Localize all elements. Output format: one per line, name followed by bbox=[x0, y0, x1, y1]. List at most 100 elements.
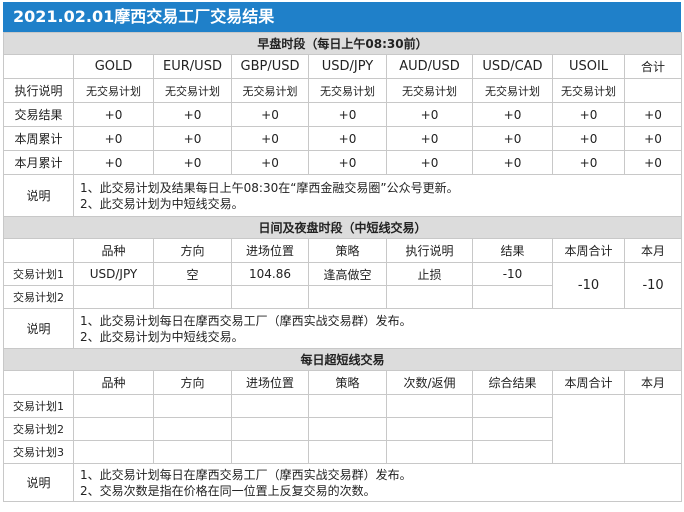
table-cell: +0 bbox=[73, 126, 154, 151]
row-label: 交易计划3 bbox=[3, 440, 74, 464]
table-cell: 逢高做空 bbox=[308, 262, 387, 286]
table-cell bbox=[386, 417, 473, 441]
note-label: 说明 bbox=[3, 308, 74, 349]
table-cell bbox=[623, 78, 683, 103]
row-label: 执行说明 bbox=[3, 78, 74, 103]
note-row: 说明 1、此交易计划每日在摩西交易工厂（摩西实战交易群）发布。 2、交易次数是指… bbox=[3, 463, 683, 502]
table-cell: +0 bbox=[153, 126, 232, 151]
column-header: 品种 bbox=[73, 238, 154, 263]
table-cell: +0 bbox=[308, 126, 387, 151]
table-row: 执行说明 无交易计划 无交易计划 无交易计划 无交易计划 无交易计划 无交易计划… bbox=[3, 78, 683, 103]
morning-section-title: 早盘时段（每日上午08:30前） bbox=[2, 32, 683, 55]
column-header: GOLD bbox=[73, 54, 154, 79]
table-cell: 无交易计划 bbox=[308, 78, 387, 103]
note-line: 2、此交易计划为中短线交易。 bbox=[80, 329, 244, 344]
morning-header-row: GOLD EUR/USD GBP/USD USD/JPY AUD/USD USD… bbox=[3, 54, 683, 79]
column-header: 执行说明 bbox=[386, 238, 473, 263]
column-header: GBP/USD bbox=[231, 54, 309, 79]
note-line: 1、此交易计划每日在摩西交易工厂（摩西实战交易群）发布。 bbox=[80, 313, 412, 328]
row-label: 交易计划2 bbox=[3, 285, 74, 309]
table-cell: +0 bbox=[73, 102, 154, 127]
table-cell: 104.86 bbox=[231, 262, 309, 286]
table-row: 交易计划1 bbox=[3, 394, 683, 464]
table-cell bbox=[231, 440, 309, 464]
column-header: 策略 bbox=[308, 370, 387, 395]
table-cell: +0 bbox=[231, 126, 309, 151]
note-text: 1、此交易计划及结果每日上午08:30在“摩西金融交易圈”公众号更新。 2、此交… bbox=[72, 174, 683, 217]
row-label: 交易计划1 bbox=[3, 262, 74, 286]
column-header: EUR/USD bbox=[153, 54, 232, 79]
table-row: 交易结果 +0 +0 +0 +0 +0 +0 +0 +0 bbox=[3, 102, 683, 127]
note-label: 说明 bbox=[3, 463, 74, 502]
table-cell bbox=[231, 394, 309, 418]
table-cell: +0 bbox=[73, 150, 154, 175]
page-title: 2021.02.01摩西交易工厂交易结果 bbox=[3, 2, 681, 32]
note-text: 1、此交易计划每日在摩西交易工厂（摩西实战交易群）发布。 2、此交易计划为中短线… bbox=[72, 308, 683, 349]
column-header: 本周合计 bbox=[552, 238, 625, 263]
table-cell bbox=[153, 285, 232, 309]
table-cell: +0 bbox=[472, 150, 553, 175]
table-cell: +0 bbox=[231, 150, 309, 175]
table-cell: USD/JPY bbox=[73, 262, 154, 286]
column-header: 本月 bbox=[623, 370, 683, 395]
table-cell bbox=[472, 440, 553, 464]
row-label: 交易计划2 bbox=[3, 417, 74, 441]
table-cell bbox=[308, 285, 387, 309]
note-line: 1、此交易计划每日在摩西交易工厂（摩西实战交易群）发布。 bbox=[80, 467, 412, 482]
week-total-cell bbox=[552, 394, 625, 464]
column-header: USD/CAD bbox=[472, 54, 553, 79]
table-cell bbox=[73, 440, 154, 464]
table-cell: 无交易计划 bbox=[153, 78, 232, 103]
column-header: 方向 bbox=[153, 370, 232, 395]
table-cell bbox=[231, 285, 309, 309]
table-cell: +0 bbox=[472, 102, 553, 127]
table-row: 交易计划1 USD/JPY 空 104.86 逢高做空 止损 -10 -10 -… bbox=[3, 262, 683, 309]
table-cell: +0 bbox=[153, 150, 232, 175]
row-label: 本周累计 bbox=[3, 126, 74, 151]
table-cell bbox=[386, 394, 473, 418]
column-header: 方向 bbox=[153, 238, 232, 263]
table-cell: +0 bbox=[386, 150, 473, 175]
table-cell: 无交易计划 bbox=[231, 78, 309, 103]
table-cell: +0 bbox=[308, 150, 387, 175]
table-cell: 无交易计划 bbox=[73, 78, 154, 103]
table-cell bbox=[386, 440, 473, 464]
table-cell bbox=[73, 417, 154, 441]
column-header: 品种 bbox=[73, 370, 154, 395]
table-cell: +0 bbox=[623, 150, 683, 175]
table-cell: +0 bbox=[552, 150, 625, 175]
table-cell: +0 bbox=[472, 126, 553, 151]
table-cell: 空 bbox=[153, 262, 232, 286]
table-cell: 无交易计划 bbox=[552, 78, 625, 103]
table-cell bbox=[472, 394, 553, 418]
table-cell bbox=[308, 440, 387, 464]
column-header: 策略 bbox=[308, 238, 387, 263]
table-row: 本月累计 +0 +0 +0 +0 +0 +0 +0 +0 bbox=[3, 150, 683, 175]
scalp-header-row: 品种 方向 进场位置 策略 次数/返佣 综合结果 本周合计 本月 bbox=[3, 370, 683, 395]
column-header: 进场位置 bbox=[231, 238, 309, 263]
row-label: 交易计划1 bbox=[3, 394, 74, 418]
column-header: AUD/USD bbox=[386, 54, 473, 79]
table-cell: 无交易计划 bbox=[472, 78, 553, 103]
column-header: 本周合计 bbox=[552, 370, 625, 395]
month-total-cell bbox=[623, 394, 683, 464]
table-cell bbox=[153, 394, 232, 418]
table-cell bbox=[153, 417, 232, 441]
table-cell: +0 bbox=[386, 126, 473, 151]
table-cell bbox=[231, 417, 309, 441]
table-cell bbox=[73, 285, 154, 309]
table-cell: +0 bbox=[552, 102, 625, 127]
column-header: USD/JPY bbox=[308, 54, 387, 79]
note-text: 1、此交易计划每日在摩西交易工厂（摩西实战交易群）发布。 2、交易次数是指在价格… bbox=[72, 463, 683, 502]
day-session-table: 日间及夜盘时段（中短线交易） 品种 方向 进场位置 策略 执行说明 结果 本周合… bbox=[2, 216, 683, 349]
row-label: 本月累计 bbox=[3, 150, 74, 175]
note-line: 2、此交易计划为中短线交易。 bbox=[80, 196, 244, 211]
table-cell bbox=[386, 285, 473, 309]
corner-cell bbox=[3, 370, 74, 395]
corner-cell bbox=[3, 238, 74, 263]
note-line: 2、交易次数是指在价格在同一位置上反复交易的次数。 bbox=[80, 483, 376, 498]
table-cell bbox=[472, 417, 553, 441]
table-row: 本周累计 +0 +0 +0 +0 +0 +0 +0 +0 bbox=[3, 126, 683, 151]
column-header: 本月 bbox=[623, 238, 683, 263]
day-header-row: 品种 方向 进场位置 策略 执行说明 结果 本周合计 本月 bbox=[3, 238, 683, 263]
